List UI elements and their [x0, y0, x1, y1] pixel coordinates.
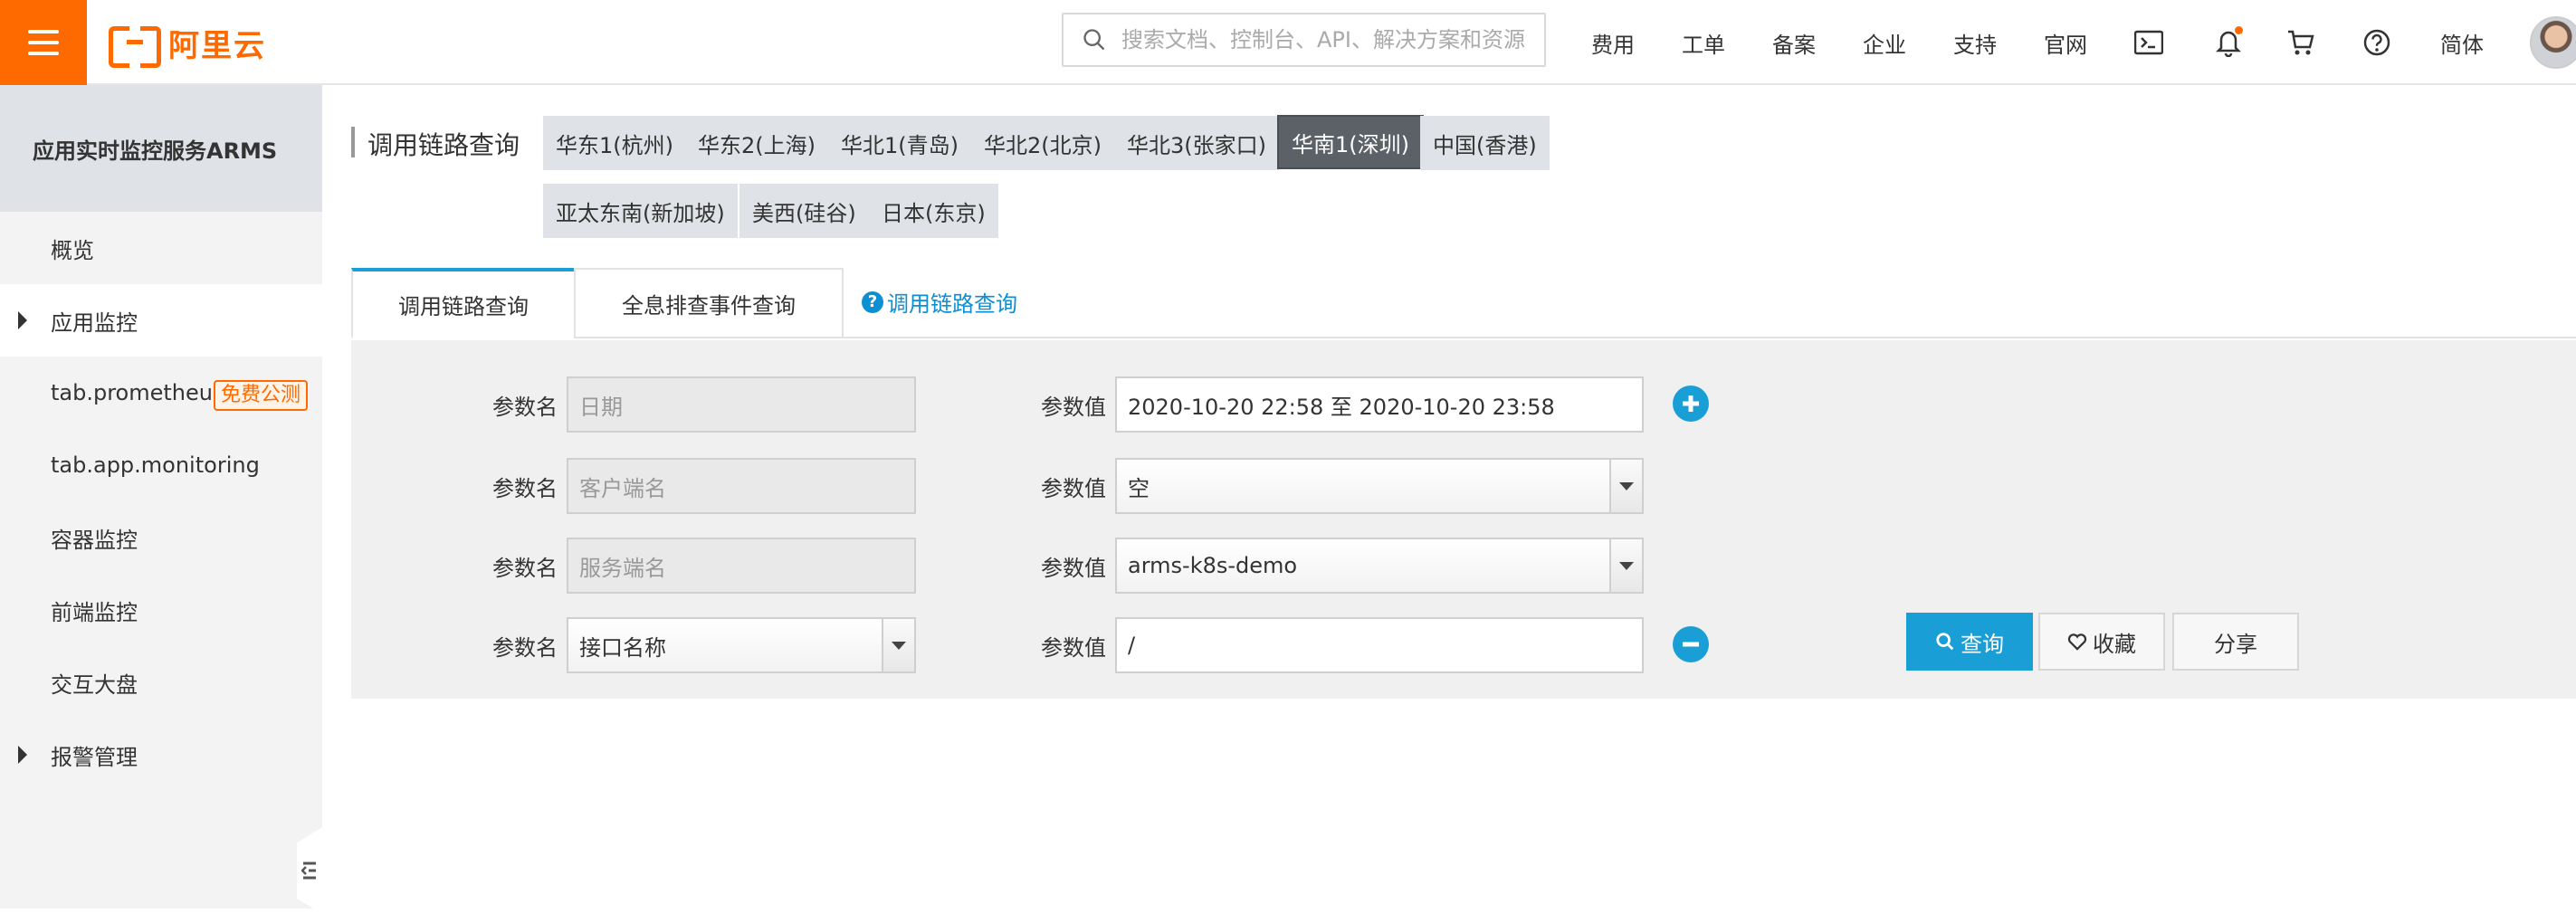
sidebar-item-dashboard[interactable]: 交互大盘 [0, 646, 322, 719]
param-name-label: 参数名 [492, 476, 558, 501]
param-name-field: 日期 [567, 376, 916, 433]
param-value-label: 参数值 [1041, 556, 1106, 581]
chevron-down-icon[interactable] [882, 619, 914, 671]
region-tab[interactable]: 华北3(张家口) [1114, 116, 1279, 170]
param-name-value: 接口名称 [579, 634, 666, 661]
sidebar-item-prometheus[interactable]: tab.prometheus.monit 免费公测 [0, 357, 322, 429]
nav-icp[interactable]: 备案 [1772, 0, 1816, 85]
search-input[interactable] [1121, 27, 1538, 52]
region-tab[interactable]: 华北2(北京) [971, 116, 1114, 170]
menu-icon[interactable] [0, 0, 87, 85]
heart-icon [2067, 633, 2087, 651]
sidebar-item-label: 前端监控 [51, 599, 138, 625]
aliyun-logo[interactable]: 阿里云 [109, 20, 266, 68]
nav-official-site[interactable]: 官网 [2044, 0, 2087, 85]
param-name-select[interactable]: 接口名称 [567, 617, 916, 673]
nav-support[interactable]: 支持 [1953, 0, 1997, 85]
region-tab[interactable]: 华东2(上海) [685, 116, 828, 170]
sidebar-item-app-monitoring-tab[interactable]: tab.app.monitoring [0, 429, 322, 501]
region-tab[interactable]: 日本(东京) [869, 184, 998, 238]
param-value-label: 参数值 [1041, 395, 1106, 420]
terminal-icon[interactable] [2132, 26, 2165, 59]
param-name-field: 服务端名 [567, 538, 916, 594]
region-tab[interactable]: 亚太东南(新加坡) [543, 184, 738, 238]
tab-trace-query[interactable]: 调用链路查询 [351, 268, 576, 338]
client-name-value: 空 [1128, 475, 1150, 501]
sidebar-item-app-monitoring[interactable]: 应用监控 [0, 284, 322, 357]
server-name-value: arms-k8s-demo [1128, 553, 1298, 578]
remove-param-icon[interactable] [1673, 626, 1709, 662]
sidebar-item-label: 概览 [51, 237, 94, 263]
logo-text: 阿里云 [168, 27, 266, 64]
sidebar-item-label: 容器监控 [51, 527, 138, 553]
search-button[interactable]: 查询 [1906, 613, 2033, 671]
param-value-label: 参数值 [1041, 476, 1106, 501]
param-value-label: 参数值 [1041, 635, 1106, 661]
help-link[interactable]: ? 调用链路查询 [862, 286, 1017, 318]
help-icon[interactable] [2361, 26, 2393, 59]
avatar[interactable] [2530, 16, 2576, 69]
share-button[interactable]: 分享 [2172, 613, 2299, 671]
search-icon [1083, 29, 1105, 51]
nav-fees[interactable]: 费用 [1591, 0, 1635, 85]
sidebar-item-alerts[interactable]: 报警管理 [0, 719, 322, 791]
caret-right-icon [18, 311, 27, 329]
server-name-select[interactable]: arms-k8s-demo [1115, 538, 1644, 594]
search-icon [1936, 633, 1954, 651]
interface-name-input[interactable]: / [1115, 617, 1644, 673]
bell-icon[interactable] [2212, 26, 2245, 59]
favorite-button[interactable]: 收藏 [2038, 613, 2165, 671]
add-param-icon[interactable] [1673, 386, 1709, 422]
sidebar-item-label: 交互大盘 [51, 671, 138, 698]
title-accent [351, 127, 355, 157]
sidebar-title: 应用实时监控服务ARMS [0, 85, 322, 212]
beta-badge: 免费公测 [214, 380, 309, 411]
logo-mark-icon [109, 26, 161, 68]
sidebar: 应用实时监控服务ARMS 概览 应用监控 tab.prometheus.moni… [0, 85, 322, 914]
param-name-field: 客户端名 [567, 458, 916, 514]
caret-right-icon [18, 746, 27, 764]
sidebar-item-container[interactable]: 容器监控 [0, 501, 322, 574]
help-link-label: 调用链路查询 [887, 291, 1017, 317]
sidebar-item-label: 应用监控 [51, 309, 138, 336]
search-button-label: 查询 [1961, 631, 2004, 657]
chevron-down-icon[interactable] [1609, 460, 1642, 512]
cart-icon[interactable] [2285, 26, 2317, 59]
param-name-label: 参数名 [492, 556, 558, 581]
param-name-label: 参数名 [492, 395, 558, 420]
page-title: 调用链路查询 [367, 130, 520, 160]
region-tab[interactable]: 华北1(青岛) [828, 116, 971, 170]
param-name-label: 参数名 [492, 635, 558, 661]
favorite-button-label: 收藏 [2093, 631, 2136, 657]
share-button-label: 分享 [2214, 631, 2257, 657]
tab-event-query[interactable]: 全息排查事件查询 [574, 268, 844, 338]
top-bar: 阿里云 费用 工单 备案 企业 支持 官网 简体 [0, 0, 2576, 85]
region-tab[interactable]: 华东1(杭州) [543, 116, 686, 170]
chevron-down-icon[interactable] [1609, 539, 1642, 592]
sidebar-item-label: tab.app.monitoring [51, 452, 260, 478]
sidebar-item-overview[interactable]: 概览 [0, 212, 322, 284]
region-tab-active[interactable]: 华南1(深圳) [1277, 115, 1424, 169]
date-range-field[interactable]: 2020-10-20 22:58 至 2020-10-20 23:58 [1115, 376, 1644, 433]
language-switch[interactable]: 简体 [2440, 0, 2484, 85]
sidebar-item-frontend[interactable]: 前端监控 [0, 574, 322, 646]
nav-ticket[interactable]: 工单 [1682, 0, 1725, 85]
notification-dot [2235, 26, 2243, 34]
sidebar-item-label: 报警管理 [51, 744, 138, 770]
region-tab[interactable]: 中国(香港) [1420, 116, 1550, 170]
global-search[interactable] [1062, 13, 1546, 67]
region-tab[interactable]: 美西(硅谷) [739, 184, 869, 238]
question-icon: ? [862, 290, 883, 313]
collapse-sidebar-icon[interactable] [297, 827, 322, 914]
nav-enterprise[interactable]: 企业 [1863, 0, 1906, 85]
client-name-select[interactable]: 空 [1115, 458, 1644, 514]
